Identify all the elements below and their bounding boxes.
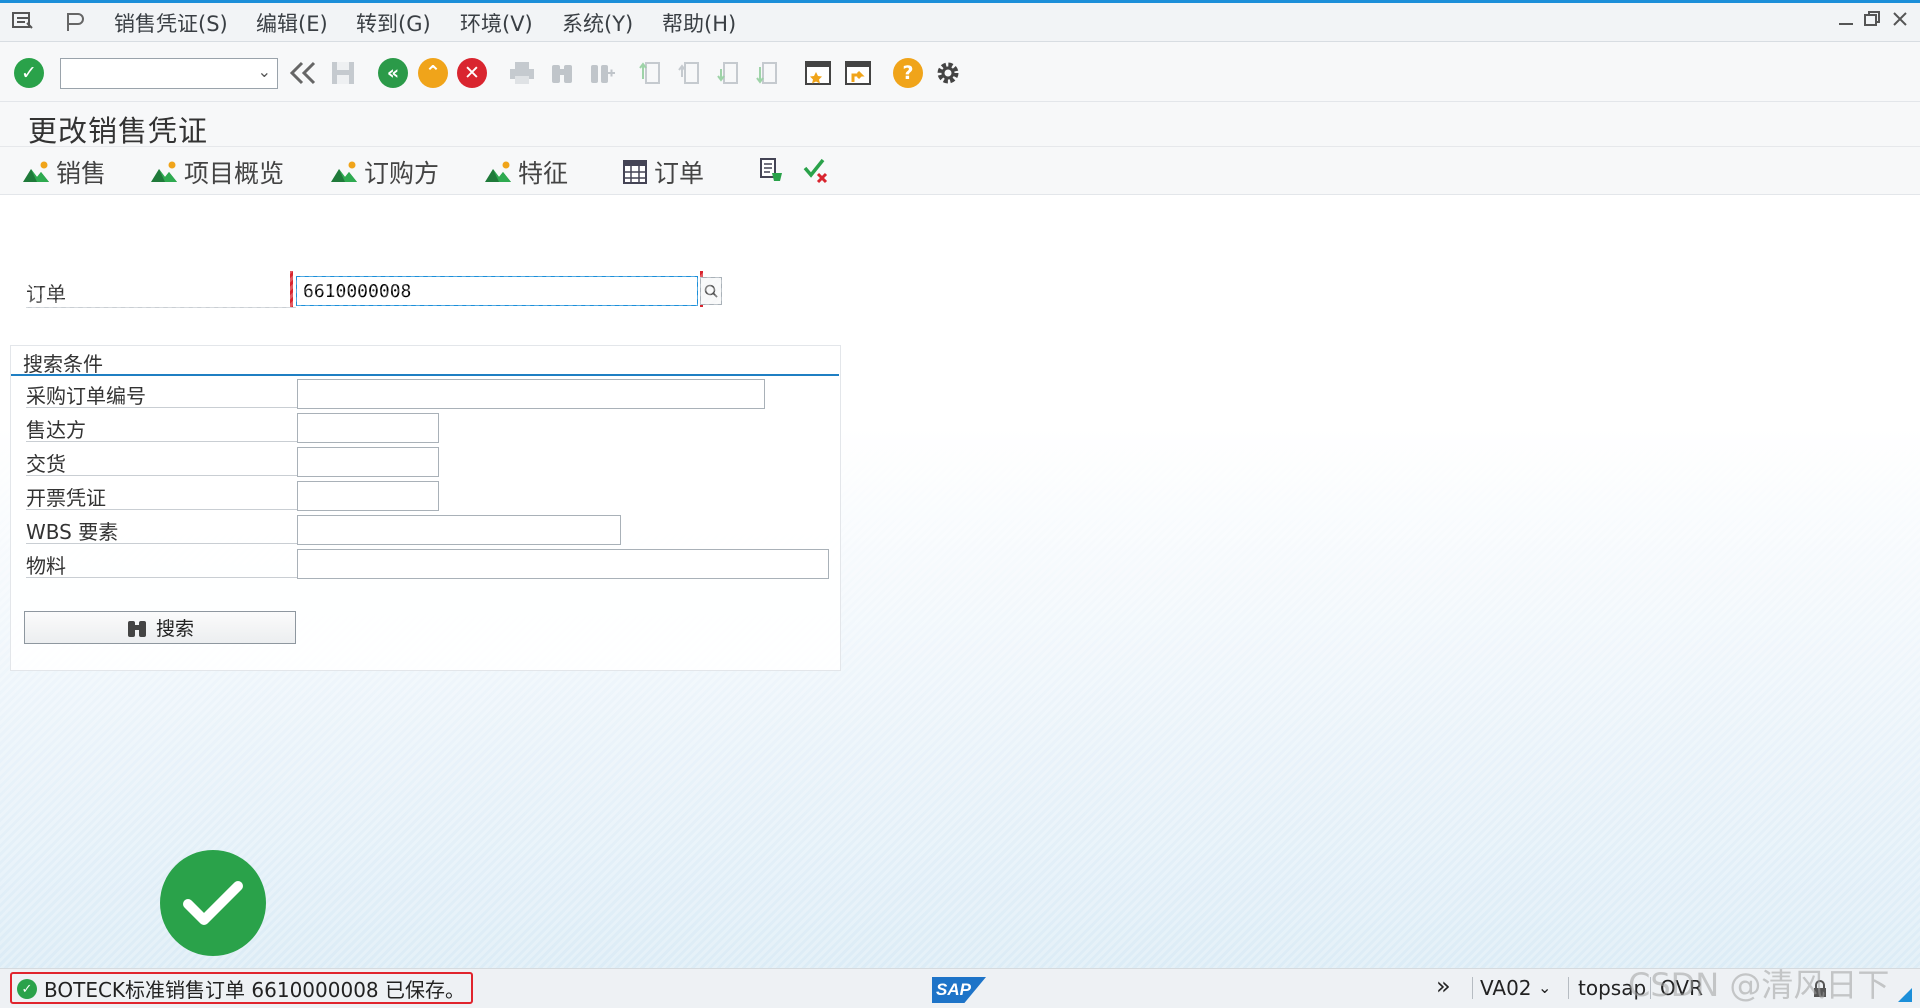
overview-icon bbox=[485, 161, 511, 182]
success-icon: ✓ bbox=[17, 979, 37, 999]
new-session-icon[interactable] bbox=[801, 56, 835, 90]
sold-to-field[interactable] bbox=[297, 413, 439, 443]
delivery-input[interactable] bbox=[298, 448, 438, 476]
layout-icon[interactable] bbox=[64, 11, 86, 38]
overview-icon bbox=[331, 161, 357, 182]
order-input-field[interactable] bbox=[296, 276, 698, 306]
find-next-icon bbox=[585, 56, 619, 90]
menu-icon[interactable] bbox=[12, 11, 34, 36]
print-icon bbox=[505, 56, 539, 90]
search-help-icon[interactable] bbox=[700, 277, 722, 305]
first-page-icon bbox=[634, 56, 668, 90]
menu-help[interactable]: 帮助(H) bbox=[662, 8, 736, 38]
menu-goto[interactable]: 转到(G) bbox=[356, 8, 431, 38]
settings-icon[interactable] bbox=[931, 56, 965, 90]
billing-document-input[interactable] bbox=[298, 482, 438, 510]
search-button[interactable]: 搜索 bbox=[24, 611, 296, 644]
sap-logo: SAP bbox=[932, 977, 986, 1003]
delivery-field[interactable] bbox=[297, 447, 439, 477]
help-icon[interactable]: ? bbox=[891, 56, 925, 90]
wbs-element-input[interactable] bbox=[298, 516, 620, 544]
shortcut-icon[interactable] bbox=[841, 56, 875, 90]
title-bar: 更改销售凭证 bbox=[0, 102, 1920, 148]
main-content: 订单 搜索条件 采购订单编号 售达方 交货 开票凭证 WBS 要素 物料 bbox=[0, 195, 1920, 968]
prev-page-icon bbox=[673, 56, 707, 90]
search-button-label: 搜索 bbox=[155, 618, 194, 640]
item-overview-button-label: 项目概览 bbox=[184, 159, 285, 188]
menu-sales-document[interactable]: 销售凭证(S) bbox=[114, 8, 228, 38]
close-icon[interactable] bbox=[1890, 9, 1910, 35]
billing-document-field[interactable] bbox=[297, 481, 439, 511]
order-input[interactable] bbox=[297, 277, 697, 305]
transaction-code: VA02 bbox=[1480, 976, 1532, 1000]
wbs-element-field[interactable] bbox=[297, 515, 621, 545]
item-overview-button[interactable]: 项目概览 bbox=[150, 154, 284, 190]
characteristics-button[interactable]: 特征 bbox=[484, 154, 568, 190]
standard-toolbar: ✓ ⌄ « ⌃ ✕ ? bbox=[0, 42, 1920, 102]
menu-environment[interactable]: 环境(V) bbox=[460, 8, 533, 38]
field-label-billing-document: 开票凭证 bbox=[26, 482, 304, 510]
table-icon bbox=[623, 160, 647, 184]
material-input[interactable] bbox=[298, 550, 828, 578]
find-icon bbox=[545, 56, 579, 90]
status-separator bbox=[1568, 977, 1569, 999]
search-criteria-header: 搜索条件 bbox=[23, 352, 103, 376]
overview-icon bbox=[151, 161, 177, 182]
order-button[interactable]: 订单 bbox=[622, 154, 704, 190]
command-input[interactable] bbox=[65, 59, 249, 88]
overview-icon bbox=[23, 161, 49, 182]
expand-status-icon[interactable]: » bbox=[1436, 972, 1451, 1000]
last-page-icon bbox=[751, 56, 785, 90]
po-number-input[interactable] bbox=[298, 380, 764, 408]
status-message-text: BOTECK标准销售订单 6610000008 已保存。 bbox=[44, 977, 466, 1002]
sales-button-label: 销售 bbox=[56, 159, 107, 188]
resize-grip-icon[interactable] bbox=[1894, 983, 1912, 1007]
success-checkmark-icon bbox=[160, 850, 266, 956]
material-field[interactable] bbox=[297, 549, 829, 579]
menu-bar: 销售凭证(S) 编辑(E) 转到(G) 环境(V) 系统(Y) 帮助(H) bbox=[0, 0, 1920, 42]
ordering-party-button[interactable]: 订购方 bbox=[330, 154, 439, 190]
po-number-field[interactable] bbox=[297, 379, 765, 409]
binoculars-icon bbox=[127, 620, 146, 637]
characteristics-button-label: 特征 bbox=[518, 159, 569, 188]
save-icon bbox=[326, 56, 360, 90]
field-label-po-number: 采购订单编号 bbox=[26, 380, 304, 408]
sales-button[interactable]: 销售 bbox=[22, 154, 106, 190]
order-label: 订单 bbox=[26, 278, 296, 308]
sold-to-input[interactable] bbox=[298, 414, 438, 442]
cancel-icon[interactable]: ✕ bbox=[455, 56, 489, 90]
transaction-dropdown-icon[interactable]: ⌄ bbox=[1538, 978, 1551, 997]
back-icon[interactable]: « bbox=[376, 56, 410, 90]
page-title: 更改销售凭证 bbox=[28, 114, 209, 148]
search-criteria-group: 搜索条件 采购订单编号 售达方 交货 开票凭证 WBS 要素 物料 搜索 bbox=[10, 345, 841, 671]
command-field[interactable]: ⌄ bbox=[60, 58, 278, 89]
group-divider bbox=[11, 374, 839, 376]
field-label-delivery: 交货 bbox=[26, 448, 304, 476]
field-label-sold-to: 售达方 bbox=[26, 414, 304, 442]
menu-edit[interactable]: 编辑(E) bbox=[256, 8, 328, 38]
document-flow-icon[interactable] bbox=[758, 157, 786, 185]
ordering-party-button-label: 订购方 bbox=[364, 159, 440, 188]
field-label-material: 物料 bbox=[26, 550, 304, 578]
minimize-icon[interactable] bbox=[1836, 9, 1856, 35]
status-separator bbox=[1472, 977, 1473, 999]
exit-icon[interactable]: ⌃ bbox=[416, 56, 450, 90]
dropdown-icon[interactable]: ⌄ bbox=[258, 62, 271, 81]
order-button-label: 订单 bbox=[654, 159, 705, 188]
watermark-text: CSDN @清风日下 bbox=[1628, 966, 1890, 1004]
enter-icon[interactable]: ✓ bbox=[12, 56, 46, 90]
menu-system[interactable]: 系统(Y) bbox=[562, 8, 633, 38]
field-label-wbs-element: WBS 要素 bbox=[26, 516, 304, 544]
check-cancel-icon[interactable] bbox=[802, 157, 830, 185]
status-message[interactable]: ✓ BOTECK标准销售订单 6610000008 已保存。 bbox=[10, 972, 474, 1004]
restore-icon[interactable] bbox=[1862, 9, 1882, 35]
application-toolbar: 销售 项目概览 订购方 特征 订单 bbox=[0, 147, 1920, 195]
back-double-icon[interactable] bbox=[286, 56, 320, 90]
next-page-icon bbox=[712, 56, 746, 90]
